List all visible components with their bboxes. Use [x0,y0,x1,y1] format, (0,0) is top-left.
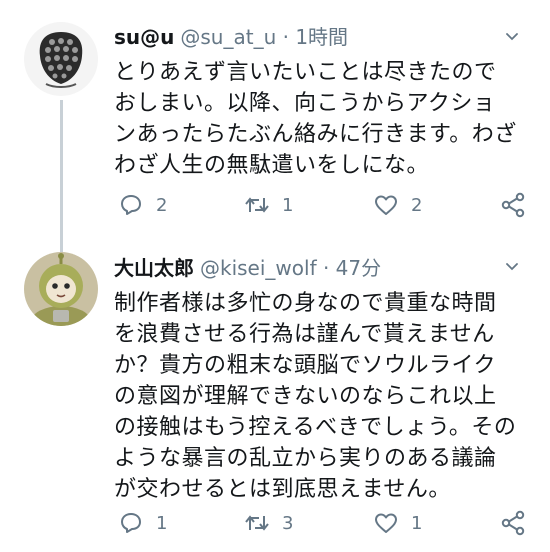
thread-line [60,100,63,258]
reply-button[interactable]: 1 [118,510,167,536]
reply-icon [121,513,141,533]
like-count: 2 [411,194,423,216]
retweet-icon [245,515,269,531]
chevron-down-icon[interactable] [505,260,519,274]
display-name[interactable]: su@u [114,25,174,49]
handle-and-time[interactable]: @su_at_u · 1時間 [180,25,348,49]
like-icon [375,513,397,533]
retweet-button[interactable]: 3 [244,510,293,536]
share-button[interactable] [500,192,526,218]
display-name[interactable]: 大山太郎 [114,256,194,280]
retweet-button[interactable]: 1 [244,192,293,218]
tweet-text: 制作者様は多忙の身なので貴重な時間 を浪費させる行為は謹んで貰えません か？貴方… [114,291,517,502]
share-button[interactable] [500,510,526,536]
retweet-count: 3 [282,512,294,534]
share-icon [501,192,525,218]
handle-and-time[interactable]: @kisei_wolf · 47分 [200,256,381,280]
like-button[interactable]: 1 [373,510,422,536]
tweet-header: su@u @su_at_u · 1時間 [114,24,348,50]
share-icon [501,510,525,536]
tweet-text: とりあえず言いたいことは尽きたので おしまい。以降、向こうからアクショ ンあった… [114,60,517,178]
avatar-su-at-u[interactable] [24,22,98,96]
retweet-icon [245,197,269,213]
reply-count: 1 [156,512,168,534]
chevron-down-icon[interactable] [505,30,519,44]
retweet-count: 1 [282,194,294,216]
like-icon [375,195,397,215]
reply-button[interactable]: 2 [118,192,167,218]
reply-icon [121,195,141,215]
avatar-kisei-wolf[interactable] [24,252,98,326]
like-button[interactable]: 2 [373,192,422,218]
reply-count: 2 [156,194,168,216]
tweet-header: 大山太郎 @kisei_wolf · 47分 [114,255,381,281]
like-count: 1 [411,512,423,534]
